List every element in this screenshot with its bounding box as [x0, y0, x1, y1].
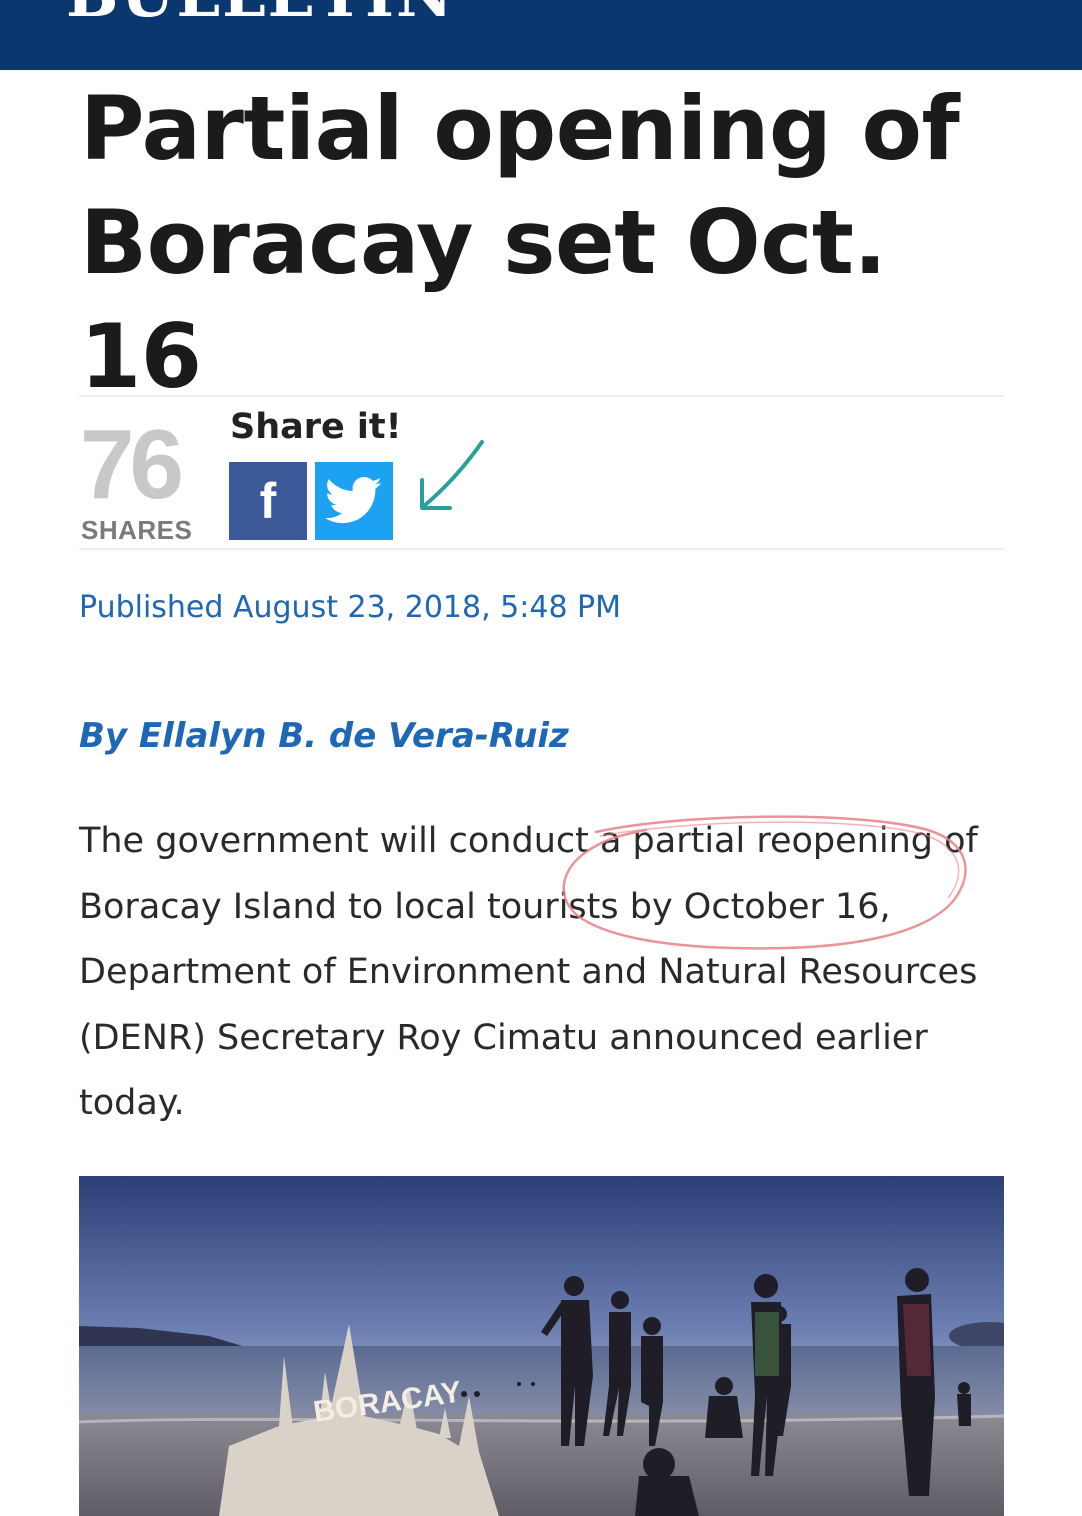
published-date: Published August 23, 2018, 5:48 PM	[79, 590, 622, 625]
share-count: 76	[80, 409, 184, 519]
annotation-circle-icon	[562, 815, 967, 950]
share-heading: Share it!	[230, 407, 402, 447]
site-logo[interactable]: BULLETIN	[66, 0, 455, 31]
facebook-icon: f	[260, 475, 277, 527]
article-title: Partial opening of Boracay set Oct. 16	[80, 77, 960, 408]
share-bottom-divider	[79, 548, 1004, 550]
beach-photo: BORACAY	[79, 1176, 1004, 1516]
facebook-glyph: f	[260, 475, 277, 527]
annotation-arrow-icon	[420, 440, 484, 510]
site-header: BULLETIN	[0, 0, 1082, 70]
twitter-share-button[interactable]	[315, 462, 393, 540]
share-count-label: SHARES	[81, 515, 193, 545]
twitter-icon	[325, 477, 382, 524]
facebook-share-button[interactable]: f	[229, 462, 307, 540]
article-hero-image[interactable]: BORACAY	[79, 1176, 1004, 1516]
author-byline[interactable]: By Ellalyn B. de Vera-Ruiz	[79, 716, 569, 756]
share-top-divider	[79, 395, 1004, 397]
